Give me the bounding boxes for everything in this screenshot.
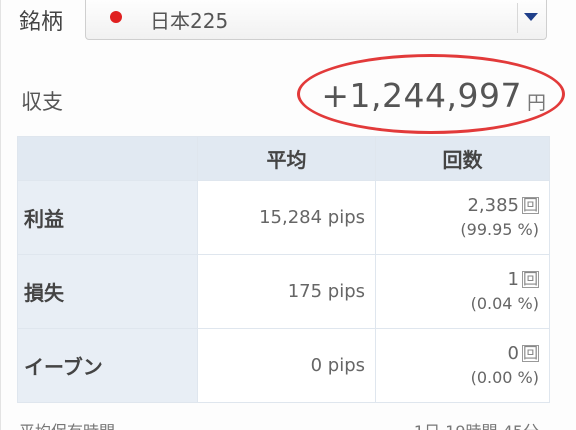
- table-header-row: 平均 回数: [17, 136, 550, 181]
- average-cell: 175 pips: [197, 254, 376, 329]
- percent-value: (0.04 %): [470, 293, 539, 313]
- trade-stats-panel: 銘柄 日本225 収支 +1,244,997 円 平均 回数 利益 15,284…: [0, 0, 576, 430]
- count-unit: 回: [522, 269, 539, 288]
- count-cell: 2,385 回 (99.95 %): [375, 180, 550, 255]
- average-holding-time-row: 平均保有時間 1日 19時間 45分: [19, 418, 549, 430]
- count-value: 2,385: [467, 194, 519, 216]
- profit-highlight-circle: [297, 54, 565, 134]
- count-value: 1: [507, 268, 519, 290]
- instrument-select[interactable]: 日本225: [85, 0, 547, 40]
- count-cell: 1回 (0.04 %): [375, 254, 550, 329]
- stats-table: 平均 回数 利益 15,284 pips 2,385 回 (99.95 %) 損失…: [17, 136, 550, 403]
- percent-value: (99.95 %): [460, 219, 539, 239]
- table-row-profit: 利益 15,284 pips 2,385 回 (99.95 %): [17, 180, 550, 255]
- average-cell: 0 pips: [197, 328, 376, 403]
- profit-label: 収支: [21, 90, 63, 114]
- chevron-down-icon[interactable]: [524, 13, 538, 21]
- row-label-even: イーブン: [17, 328, 198, 403]
- instrument-row: 銘柄 日本225: [1, 0, 576, 50]
- row-label-profit: 利益: [17, 180, 198, 255]
- select-divider: [517, 3, 518, 33]
- count-cell: 0回 (0.00 %): [375, 328, 550, 403]
- row-label-loss: 損失: [17, 254, 198, 329]
- table-row-even: イーブン 0 pips 0回 (0.00 %): [17, 328, 550, 403]
- instrument-selected-value: 日本225: [150, 9, 229, 33]
- column-header-average: 平均: [197, 136, 376, 181]
- count-unit: 回: [522, 343, 539, 362]
- table-corner-cell: [17, 136, 198, 181]
- column-header-count: 回数: [375, 136, 550, 181]
- japan-flag-icon: [110, 11, 122, 23]
- average-holding-time-label: 平均保有時間: [19, 422, 115, 430]
- count-value: 0: [507, 342, 519, 364]
- table-row-loss: 損失 175 pips 1回 (0.04 %): [17, 254, 550, 329]
- count-unit: 回: [522, 195, 539, 214]
- average-cell: 15,284 pips: [197, 180, 376, 255]
- average-holding-time-value: 1日 19時間 45分: [414, 418, 539, 430]
- percent-value: (0.00 %): [470, 367, 539, 387]
- instrument-label: 銘柄: [19, 10, 64, 35]
